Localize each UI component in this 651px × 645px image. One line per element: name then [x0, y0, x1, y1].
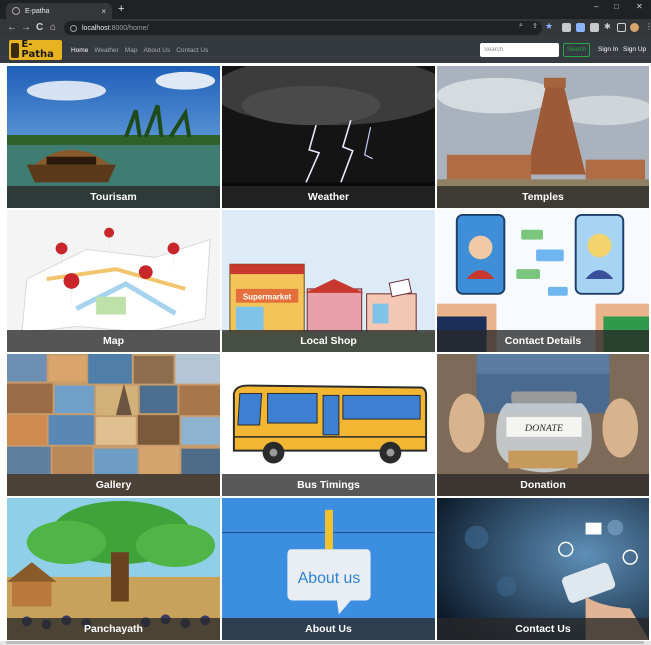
profile-avatar[interactable] [630, 23, 639, 32]
tile-contact-details[interactable]: Contact Details [436, 209, 650, 353]
tab-close-icon[interactable]: × [101, 7, 106, 16]
tile-caption: Temples [437, 186, 649, 208]
tile-bus-timings[interactable]: Bus Timings [221, 353, 436, 497]
new-tab-icon[interactable]: + [118, 3, 124, 15]
tile-map[interactable]: Map [6, 209, 221, 353]
back-icon[interactable]: ← [7, 22, 17, 33]
tile-local-shop[interactable]: Supermarket Local Shop [221, 209, 436, 353]
logo-emblem-icon [11, 42, 20, 58]
zoom-icon[interactable]: ⌕ [519, 22, 528, 31]
tile-caption: Tourisam [7, 186, 220, 208]
sign-up-link[interactable]: Sign Up [623, 37, 646, 63]
share-icon[interactable]: ⇪ [532, 22, 541, 31]
tile-donation[interactable]: DONATE Donation [436, 353, 650, 497]
nav-link-weather[interactable]: Weather [94, 47, 118, 54]
tile-caption: Panchayath [7, 618, 220, 640]
globe-icon [12, 7, 20, 15]
tile-caption: About Us [222, 618, 435, 640]
maximize-icon[interactable]: □ [614, 2, 619, 11]
tile-caption: Donation [437, 474, 649, 496]
nav-link-contact[interactable]: Contact Us [176, 47, 208, 54]
url-path: :8000/home/ [109, 24, 149, 32]
tile-caption: Weather [222, 186, 435, 208]
browser-tab-strip: E-patha × + – □ ✕ [0, 0, 651, 19]
minimize-icon[interactable]: – [594, 2, 598, 11]
feature-grid: Tourisam Weather Temples Map Supermarket… [6, 65, 650, 641]
site-navbar: E-Patha Home Weather Map About Us Contac… [0, 37, 651, 63]
puzzle-icon[interactable]: ✱ [604, 22, 613, 31]
bookmark-star-icon[interactable]: ★ [545, 21, 554, 31]
tile-tourisam[interactable]: Tourisam [6, 65, 221, 209]
tile-panchayath[interactable]: Panchayath [6, 497, 221, 641]
tile-weather[interactable]: Weather [221, 65, 436, 209]
tile-caption: Bus Timings [222, 474, 435, 496]
browser-toolbar: ← → C ⌂ localhost :8000/home/ ⌕ ⇪ ★ ✱ ⋮ [0, 19, 651, 37]
url-host: localhost [82, 24, 110, 32]
tile-caption: Gallery [7, 474, 220, 496]
extension-icon[interactable] [590, 23, 599, 32]
reload-icon[interactable]: C [36, 22, 43, 33]
home-icon[interactable]: ⌂ [50, 22, 56, 33]
scrollbar-thumb[interactable] [6, 641, 644, 644]
browser-tab[interactable]: E-patha × [6, 3, 112, 19]
close-window-icon[interactable]: ✕ [636, 2, 643, 11]
donate-label: DONATE [524, 423, 563, 434]
tile-about-us[interactable]: About us About Us [221, 497, 436, 641]
site-info-icon[interactable] [70, 24, 77, 32]
forward-icon[interactable]: → [21, 22, 31, 33]
search-button[interactable]: Search [563, 43, 590, 57]
shop-sign-text: Supermarket [243, 293, 292, 302]
nav-link-home[interactable]: Home [71, 47, 88, 54]
tile-caption: Map [7, 330, 220, 352]
search-input[interactable] [480, 43, 559, 57]
address-bar[interactable]: localhost :8000/home/ [64, 21, 542, 35]
tile-temples[interactable]: Temples [436, 65, 650, 209]
nav-links: Home Weather Map About Us Contact Us [71, 37, 208, 63]
sign-in-link[interactable]: Sign In [598, 37, 618, 63]
tile-caption: Contact Details [437, 330, 649, 352]
brand-logo[interactable]: E-Patha [9, 40, 62, 60]
tile-caption: Contact Us [437, 618, 649, 640]
nav-link-about[interactable]: About Us [143, 47, 170, 54]
tab-title: E-patha [25, 7, 50, 15]
tile-contact-us[interactable]: Contact Us [436, 497, 650, 641]
sidebar-icon[interactable] [617, 23, 626, 32]
extension-icon[interactable] [562, 23, 571, 32]
extension-icon[interactable] [576, 23, 585, 32]
nav-link-map[interactable]: Map [125, 47, 138, 54]
tile-gallery[interactable]: Gallery [6, 353, 221, 497]
tile-caption: Local Shop [222, 330, 435, 352]
kebab-menu-icon[interactable]: ⋮ [645, 22, 651, 31]
brand-name: E-Patha [21, 39, 54, 60]
about-board-text: About us [298, 570, 361, 587]
